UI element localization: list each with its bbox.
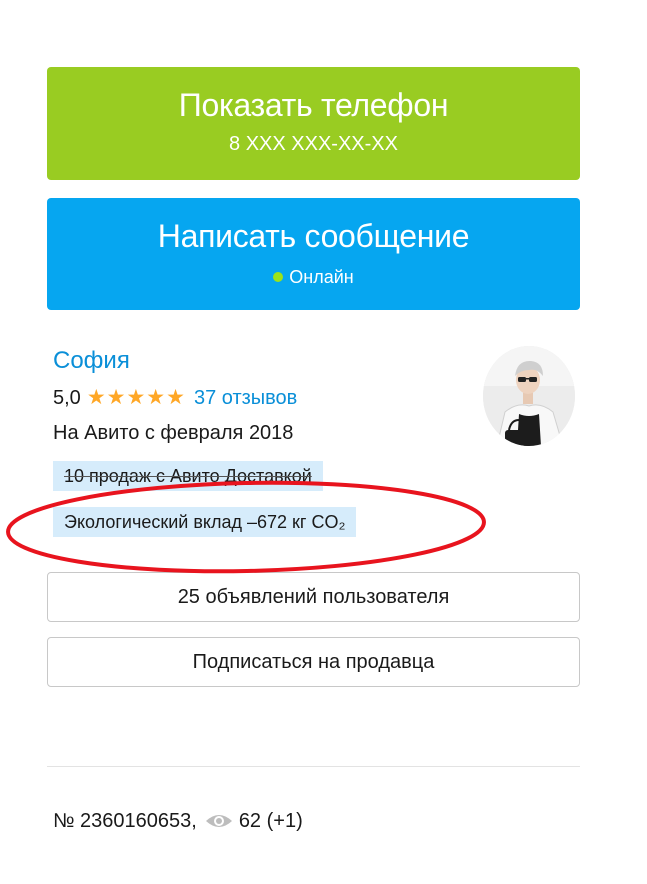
- online-dot-icon: [273, 272, 284, 282]
- ad-info-footer: № 2360160653, 62 (+1): [53, 808, 303, 837]
- rating-value: 5,0: [53, 387, 81, 409]
- user-photo-icon: [483, 346, 575, 446]
- show-phone-button[interactable]: Показать телефон 8 XXX XXX-XX-XX: [47, 67, 580, 180]
- rating-row: 5,0 ★★★★★ 37 отзывов: [53, 385, 297, 411]
- ad-number: № 2360160653,: [53, 810, 197, 832]
- reviews-link[interactable]: 37 отзывов: [194, 387, 297, 409]
- member-since: На Авито с февраля 2018: [53, 422, 294, 444]
- rating-stars-icon: ★★★★★: [86, 386, 186, 409]
- seller-name-link[interactable]: София: [53, 347, 130, 375]
- eco-contribution-badge: Экологический вклад –672 кг CO₂: [53, 507, 357, 537]
- view-count: 62 (+1): [238, 810, 303, 832]
- eye-icon: [205, 811, 233, 837]
- delivery-sales-label: 10 продаж с Авито Доставкой: [64, 466, 312, 486]
- online-status-label: Онлайн: [289, 267, 354, 287]
- write-message-button[interactable]: Написать сообщение Онлайн: [47, 198, 580, 310]
- seller-avatar[interactable]: [483, 346, 575, 446]
- delivery-sales-badge: 10 продаж с Авито Доставкой: [53, 461, 323, 491]
- divider: [47, 766, 580, 767]
- show-phone-label: Показать телефон: [178, 87, 449, 123]
- online-status: Онлайн: [47, 266, 580, 288]
- user-listings-button[interactable]: 25 объявлений пользователя: [47, 572, 580, 622]
- subscribe-seller-button[interactable]: Подписаться на продавца: [47, 637, 580, 687]
- phone-number: 8 XXX XXX-XX-XX: [229, 133, 398, 155]
- write-message-label: Написать сообщение: [157, 218, 470, 254]
